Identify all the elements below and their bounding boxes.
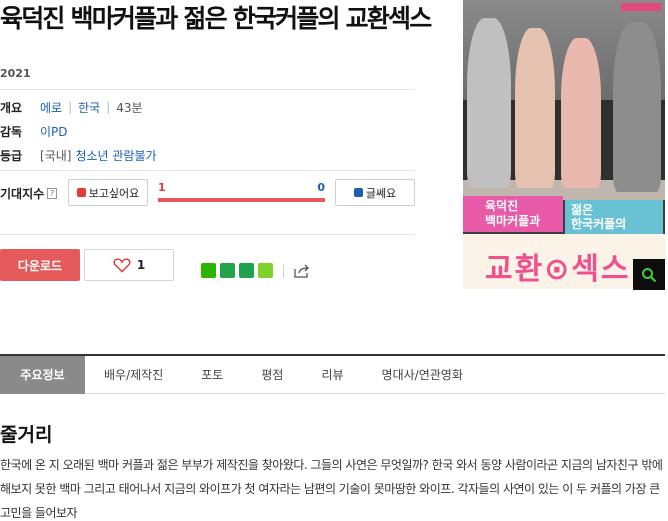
poster-figure [561, 38, 601, 188]
rating-label: 등급 [0, 148, 23, 163]
release-year: 2021 [0, 67, 31, 80]
want-to-see-button[interactable]: 보고싶어요 [68, 179, 148, 206]
thumbs-down-icon [353, 188, 363, 197]
expectation-bar: 1 0 [158, 181, 325, 203]
poster-title-line: 백마커플과 [485, 214, 541, 228]
movie-title: 육덕진 백마커플과 젊은 한국커플의 교환섹스 [0, 4, 432, 33]
poster-figure [467, 18, 511, 188]
genre-link[interactable]: 에로 [40, 99, 62, 116]
share-divider [283, 263, 284, 278]
poster-title-line: 젊은 [571, 203, 594, 217]
poster-badge [621, 3, 661, 11]
separator: | [106, 100, 111, 114]
poster-title-left: 육덕진 백마커플과 [463, 196, 563, 232]
tab-review[interactable]: 리뷰 [302, 356, 362, 394]
share-icon[interactable] [294, 264, 310, 278]
download-button[interactable]: 다운로드 [0, 249, 80, 281]
rating-link[interactable]: 청소년 관람불가 [75, 147, 156, 164]
poster-figure [613, 22, 661, 192]
tab-quotes-related[interactable]: 명대사/연관영화 [363, 356, 482, 394]
divider [0, 170, 415, 171]
poster-title-line: 육덕진 [485, 199, 519, 213]
band-icon[interactable] [239, 263, 254, 278]
help-icon[interactable]: ? [47, 188, 58, 199]
thumbs-up-icon [76, 188, 86, 197]
overview-row: 개요 에로 | 한국 | 43분 [0, 98, 143, 116]
movie-poster[interactable]: 육덕진 백마커플과 젊은 한국커플의 교환⊙섹스 [463, 0, 665, 289]
meh-label: 글쎄요 [365, 186, 397, 200]
meh-count: 0 [317, 181, 325, 194]
expectation-bar-fill [158, 198, 325, 202]
director-label: 감독 [0, 124, 23, 139]
search-icon [642, 267, 657, 282]
expectation-label: 기대지수 ? [0, 185, 58, 202]
rating-row: 등급 [국내] 청소년 관람불가 [0, 146, 157, 164]
tab-cast[interactable]: 배우/제작진 [85, 356, 182, 394]
tab-main-info[interactable]: 주요정보 [0, 355, 85, 394]
share-bar [201, 263, 310, 278]
want-count: 1 [158, 181, 166, 194]
poster-title-right: 젊은 한국커플의 [565, 200, 663, 234]
divider [0, 89, 415, 90]
overview-label: 개요 [0, 100, 23, 115]
want-to-see-label: 보고싶어요 [88, 186, 140, 200]
director-link[interactable]: 이PD [40, 123, 68, 140]
poster-title-line: 한국커플의 [571, 217, 627, 231]
director-row: 감독 이PD [0, 122, 68, 140]
poster-zoom-button[interactable] [633, 259, 665, 290]
line-icon[interactable] [258, 263, 273, 278]
heart-icon [113, 258, 131, 273]
runtime: 43분 [116, 100, 143, 115]
divider [0, 234, 415, 235]
synopsis-text: 한국에 온 지 오래된 백마 커플과 젊은 부부가 제작진을 찾아왔다. 그들의… [0, 458, 663, 520]
meh-button[interactable]: 글쎄요 [335, 179, 415, 206]
expectation-label-text: 기대지수 [0, 187, 45, 201]
like-button[interactable]: 1 [84, 249, 174, 281]
like-count: 1 [136, 258, 146, 272]
poster-figure [515, 28, 555, 188]
country-link[interactable]: 한국 [78, 99, 100, 116]
tab-rating[interactable]: 평점 [242, 356, 302, 394]
rating-prefix: [국내] [40, 148, 72, 163]
blog-icon[interactable] [201, 263, 216, 278]
separator: | [68, 100, 73, 114]
kakaostory-icon[interactable] [220, 263, 235, 278]
tab-photo[interactable]: 포토 [182, 356, 242, 394]
detail-tabs: 주요정보 배우/제작진 포토 평점 리뷰 명대사/연관영화 [0, 354, 665, 394]
synopsis-heading: 줄거리 [0, 424, 53, 446]
